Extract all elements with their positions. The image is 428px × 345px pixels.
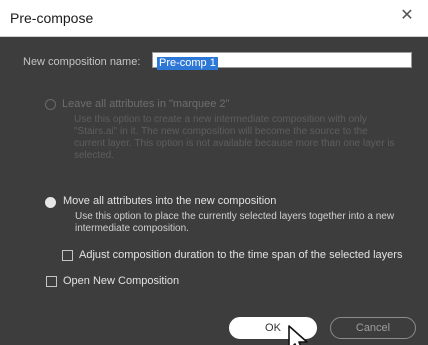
move-description-line-1: Use this option to place the currently s… bbox=[75, 211, 395, 222]
dialog-title: Pre-compose bbox=[10, 10, 94, 26]
open-new-composition-label[interactable]: Open New Composition bbox=[63, 275, 179, 287]
mouse-pointer-icon bbox=[288, 325, 308, 345]
adjust-duration-checkbox[interactable] bbox=[62, 250, 73, 261]
move-attributes-radio[interactable] bbox=[45, 197, 56, 208]
precompose-dialog: Pre-compose ✕ New composition name: Pre-… bbox=[0, 0, 428, 345]
composition-name-label: New composition name: bbox=[23, 56, 141, 68]
move-attributes-label[interactable]: Move all attributes into the new composi… bbox=[63, 195, 276, 207]
leave-attributes-radio bbox=[45, 99, 56, 110]
close-icon[interactable]: ✕ bbox=[398, 6, 416, 26]
move-description-line-2: intermediate composition. bbox=[75, 223, 189, 234]
leave-attributes-label: Leave all attributes in "marquee 2" bbox=[62, 98, 230, 110]
composition-name-value: Pre-comp 1 bbox=[157, 57, 218, 70]
leave-description-line-1: Use this option to create a new intermed… bbox=[74, 114, 367, 125]
adjust-duration-label[interactable]: Adjust composition duration to the time … bbox=[79, 249, 419, 261]
dialog-body: New composition name: Pre-comp 1 Leave a… bbox=[0, 37, 428, 345]
leave-description-line-2: "Stairs.ai" in it. The new composition w… bbox=[74, 126, 368, 137]
open-new-composition-checkbox[interactable] bbox=[46, 276, 57, 287]
move-attributes-description: Use this option to place the currently s… bbox=[75, 211, 415, 235]
leave-description-line-4: selected. bbox=[74, 150, 115, 161]
cancel-button[interactable]: Cancel bbox=[330, 317, 416, 339]
composition-name-input[interactable]: Pre-comp 1 bbox=[152, 52, 412, 70]
leave-description-line-3: current layer. This option is not availa… bbox=[74, 138, 395, 149]
leave-attributes-description: Use this option to create a new intermed… bbox=[74, 114, 414, 162]
title-bar: Pre-compose ✕ bbox=[0, 0, 428, 37]
